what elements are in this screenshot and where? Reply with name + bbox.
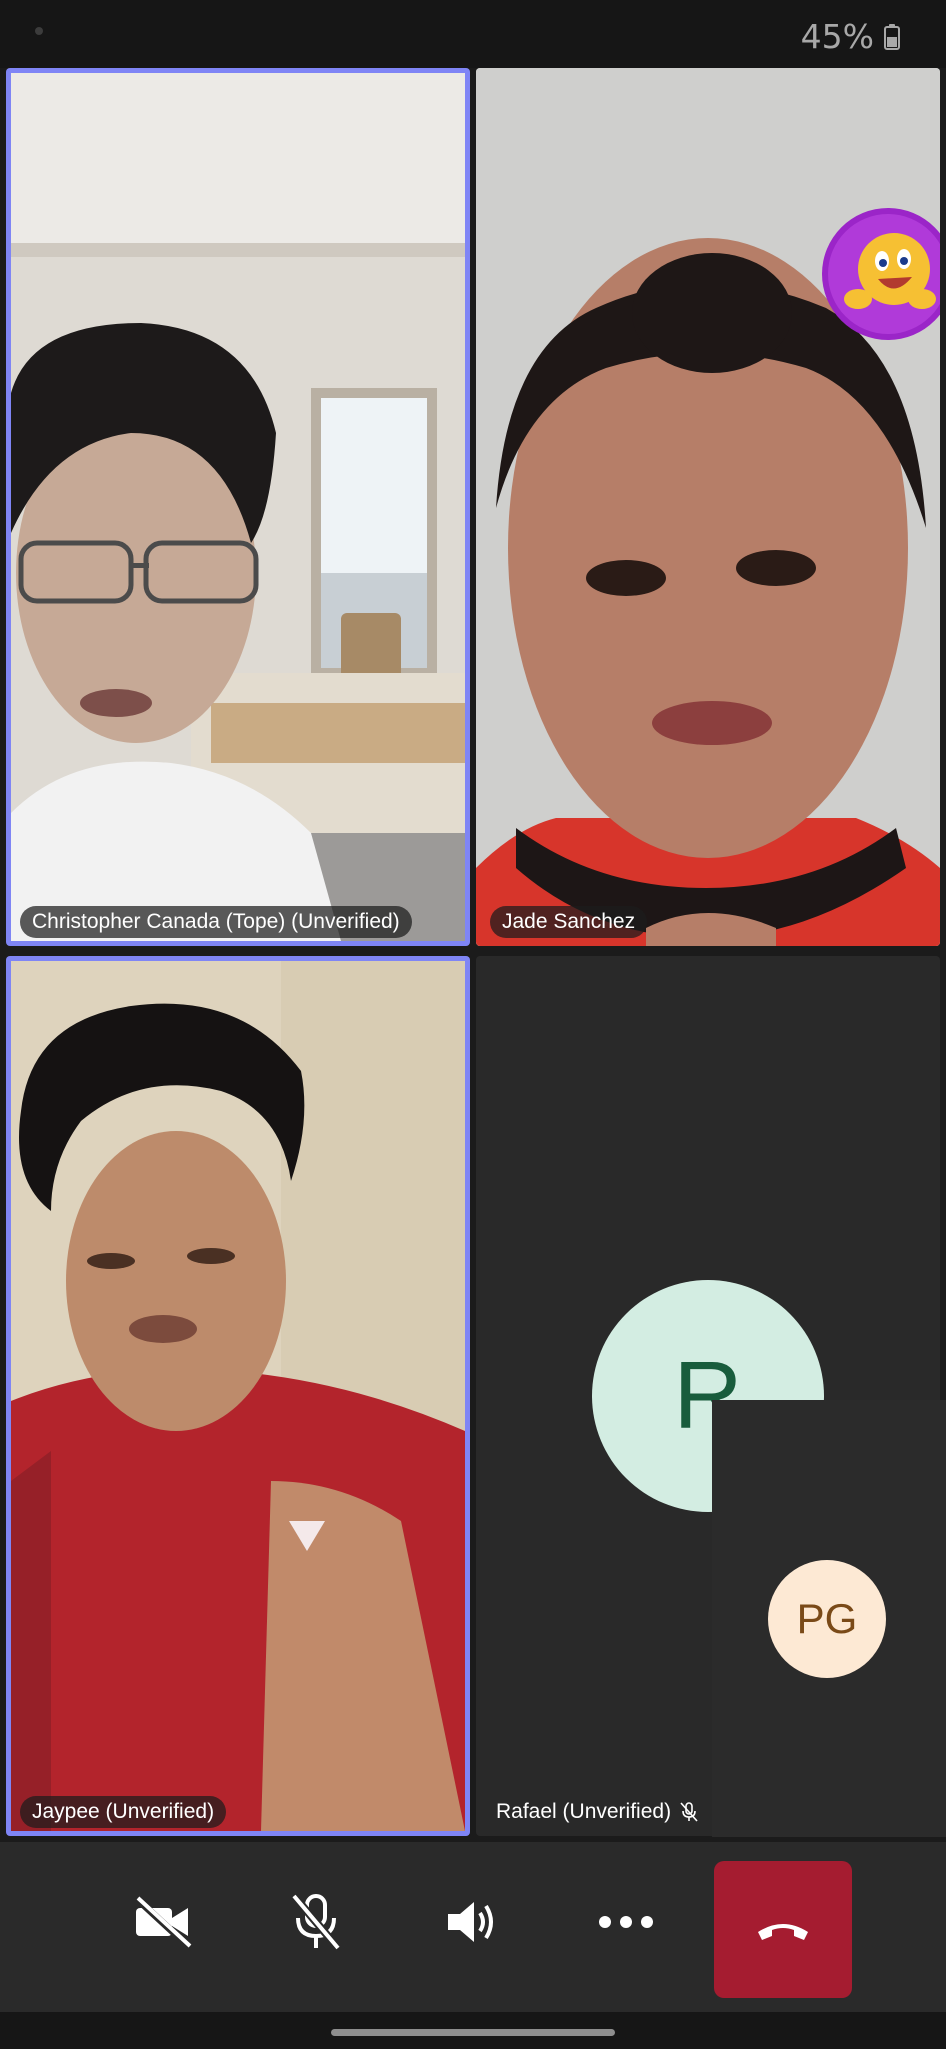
participant-name: Jade Sanchez xyxy=(502,910,636,933)
participant-name-label: Jaypee (Unverified) xyxy=(20,1796,227,1828)
speaker-button[interactable] xyxy=(432,1882,512,1962)
end-call-button[interactable] xyxy=(714,1861,852,1998)
avatar-self: PG xyxy=(768,1560,886,1678)
more-options-icon xyxy=(599,1916,653,1928)
mic-muted-icon xyxy=(680,1802,698,1822)
more-options-button[interactable] xyxy=(586,1882,666,1962)
status-bar: 45% xyxy=(0,0,946,68)
camera-toggle-button[interactable] xyxy=(122,1882,202,1962)
participant-tile-jade[interactable]: Jade Sanchez xyxy=(476,68,940,946)
self-view[interactable]: PG xyxy=(712,1400,946,1837)
participant-name-label: Rafael (Unverified) xyxy=(488,1796,707,1828)
microphone-toggle-button[interactable] xyxy=(276,1882,356,1962)
navigation-bar xyxy=(0,2012,946,2049)
participant-tile-jaypee[interactable]: Jaypee (Unverified) xyxy=(6,956,470,1836)
participant-name: Christopher Canada (Tope) (Unverified) xyxy=(32,910,400,933)
participant-name-label: Christopher Canada (Tope) (Unverified) xyxy=(20,906,412,938)
participant-name-label: Jade Sanchez xyxy=(490,906,648,938)
participant-video xyxy=(476,68,940,946)
participant-tile-christopher[interactable]: Christopher Canada (Tope) (Unverified) xyxy=(6,68,470,946)
video-off-icon xyxy=(133,1896,192,1948)
mic-off-icon xyxy=(290,1893,342,1951)
laughing-emoji-icon xyxy=(822,208,940,340)
call-screen: 45% Christopher Canada (Tope) (Unverifie… xyxy=(0,0,946,2049)
end-call-icon xyxy=(758,1923,808,1940)
battery-percent: 45% xyxy=(800,17,874,56)
camera-dot xyxy=(35,27,43,35)
participant-video xyxy=(11,73,465,941)
participant-name: Rafael (Unverified) xyxy=(496,1800,672,1823)
call-controls xyxy=(0,1842,946,2012)
speaker-icon xyxy=(448,1902,493,1942)
participant-video xyxy=(11,961,465,1831)
participant-name: Jaypee (Unverified) xyxy=(32,1800,215,1823)
battery-icon xyxy=(884,24,900,50)
home-indicator[interactable] xyxy=(331,2029,615,2036)
